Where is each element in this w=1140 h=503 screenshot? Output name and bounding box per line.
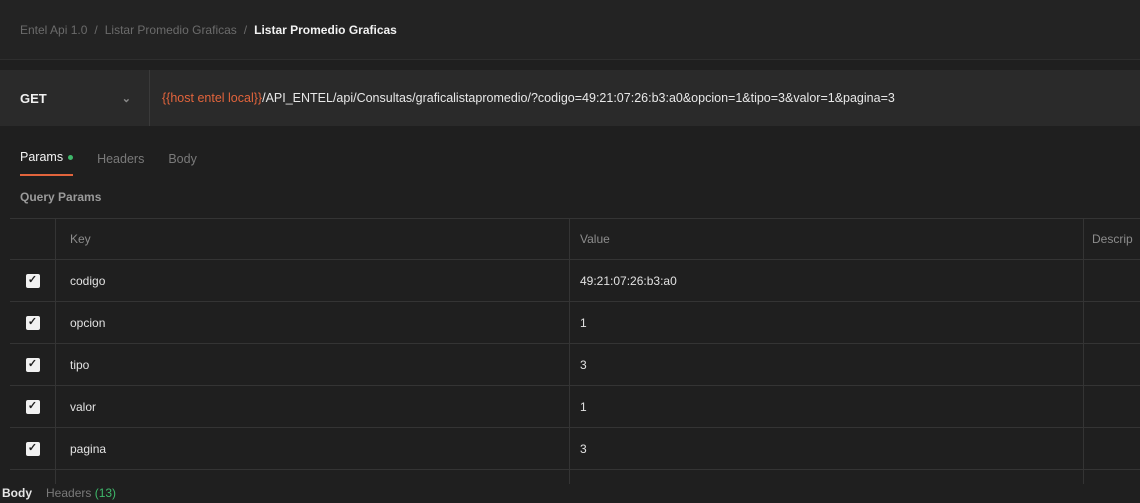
table-row-new — [10, 470, 1140, 484]
response-tabs: Body Headers (13) — [0, 486, 116, 500]
breadcrumb-separator: / — [94, 22, 98, 37]
param-value-cell[interactable]: 49:21:07:26:b3:a0 — [570, 260, 1084, 301]
param-key-cell[interactable]: valor — [56, 386, 570, 427]
table-row: ✓ pagina 3 — [10, 428, 1140, 470]
chevron-down-icon: ⌄ — [121, 92, 131, 105]
query-params-table: Key Value Descrip ✓ codigo 49:21:07:26:b… — [10, 218, 1140, 484]
param-value-cell[interactable]: 1 — [570, 302, 1084, 343]
response-tab-body[interactable]: Body — [2, 486, 32, 500]
breadcrumb: Entel Api 1.0 / Listar Promedio Graficas… — [0, 0, 1140, 60]
column-header-key: Key — [56, 219, 570, 259]
param-key-cell[interactable]: pagina — [56, 428, 570, 469]
new-param-key-cell[interactable] — [56, 470, 570, 484]
method-label: GET — [20, 90, 47, 106]
breadcrumb-item-folder[interactable]: Listar Promedio Graficas — [105, 23, 237, 37]
column-header-description: Descrip — [1092, 232, 1133, 246]
tab-headers-label: Headers — [97, 152, 145, 166]
tab-body[interactable]: Body — [168, 152, 197, 176]
new-param-description-cell[interactable] — [1084, 470, 1140, 484]
request-tabs: Params Headers Body — [0, 140, 197, 176]
response-tab-headers[interactable]: Headers (13) — [46, 486, 116, 500]
param-description-cell[interactable] — [1084, 386, 1140, 427]
tab-params[interactable]: Params — [20, 150, 74, 176]
table-header-row: Key Value Descrip — [10, 219, 1140, 260]
param-checkbox[interactable]: ✓ — [25, 399, 40, 414]
param-value-cell[interactable]: 3 — [570, 344, 1084, 385]
active-indicator-dot — [68, 155, 74, 161]
param-description-cell[interactable] — [1084, 344, 1140, 385]
query-params-heading: Query Params — [20, 190, 102, 204]
request-url-bar: GET ⌄ {{host entel local}}/API_ENTEL/api… — [0, 70, 1140, 126]
param-value-cell[interactable]: 1 — [570, 386, 1084, 427]
param-value-cell[interactable]: 3 — [570, 428, 1084, 469]
header-check-cell — [10, 219, 56, 259]
param-checkbox[interactable]: ✓ — [25, 441, 40, 456]
table-row: ✓ valor 1 — [10, 386, 1140, 428]
param-checkbox[interactable]: ✓ — [25, 273, 40, 288]
response-headers-count: (13) — [94, 486, 117, 500]
table-row: ✓ codigo 49:21:07:26:b3:a0 — [10, 260, 1140, 302]
url-variable: {{host entel local}} — [162, 91, 263, 105]
breadcrumb-current-request[interactable]: Listar Promedio Graficas — [254, 23, 397, 37]
url-path: /API_ENTEL/api/Consultas/graficalistapro… — [262, 91, 895, 105]
column-header-value: Value — [570, 219, 1084, 259]
param-description-cell[interactable] — [1084, 260, 1140, 301]
new-param-value-cell[interactable] — [570, 470, 1084, 484]
param-description-cell[interactable] — [1084, 302, 1140, 343]
param-checkbox[interactable]: ✓ — [25, 357, 40, 372]
param-description-cell[interactable] — [1084, 428, 1140, 469]
table-row: ✓ tipo 3 — [10, 344, 1140, 386]
table-row: ✓ opcion 1 — [10, 302, 1140, 344]
breadcrumb-separator: / — [243, 22, 248, 37]
tab-headers[interactable]: Headers — [97, 152, 144, 176]
breadcrumb-item-collection[interactable]: Entel Api 1.0 — [20, 23, 87, 37]
tab-body-label: Body — [168, 152, 197, 166]
param-key-cell[interactable]: codigo — [56, 260, 570, 301]
method-selector[interactable]: GET ⌄ — [0, 70, 150, 126]
param-key-cell[interactable]: opcion — [56, 302, 570, 343]
param-key-cell[interactable]: tipo — [56, 344, 570, 385]
tab-params-label: Params — [20, 150, 64, 164]
response-tab-headers-label: Headers — [46, 486, 92, 500]
url-input[interactable]: {{host entel local}}/API_ENTEL/api/Consu… — [150, 91, 895, 105]
param-checkbox[interactable]: ✓ — [25, 315, 40, 330]
